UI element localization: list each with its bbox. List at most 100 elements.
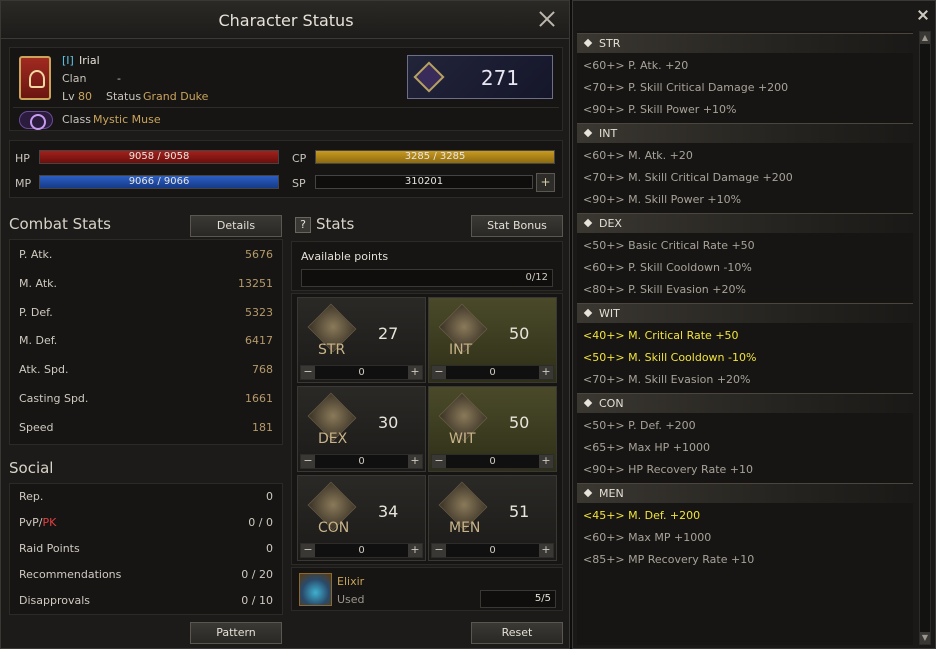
diamond-icon <box>583 398 593 408</box>
stat-add-value: 0 <box>358 545 365 556</box>
combat-stat-row: M. Atk. 13251 <box>11 274 281 294</box>
bonus-group-name: STR <box>599 37 621 50</box>
character-name: Irial <box>79 54 100 67</box>
available-points-value: 0/12 <box>525 272 548 283</box>
diamond-icon <box>583 218 593 228</box>
reset-button[interactable]: Reset <box>471 622 563 644</box>
social-row: Disapprovals 0 / 10 <box>11 591 281 611</box>
minus-icon[interactable]: − <box>301 455 315 468</box>
stat-value: 34 <box>378 502 399 521</box>
status-value: Grand Duke <box>143 90 209 103</box>
close-icon[interactable] <box>537 9 557 29</box>
combat-power-value: 271 <box>480 66 520 90</box>
bonus-group-name: INT <box>599 127 618 140</box>
elixir-used-field: 5/5 <box>480 590 556 608</box>
bonus-group-int[interactable]: INT <box>577 123 913 143</box>
bonus-group-str[interactable]: STR <box>577 33 913 53</box>
stat-name: M. Def. <box>19 334 58 348</box>
bonus-item: <70+> M. Skill Evasion +20% <box>583 373 751 386</box>
vitals-panel <box>9 140 563 198</box>
stat-value: 50 <box>509 413 530 432</box>
hp-bar: 9058 / 9058 <box>39 150 279 164</box>
minus-icon[interactable]: − <box>301 544 315 557</box>
plus-icon[interactable]: + <box>408 544 422 557</box>
sp-label: SP <box>292 177 306 190</box>
minus-icon[interactable]: − <box>432 455 446 468</box>
stat-add-value: 0 <box>358 367 365 378</box>
bonus-item: <60+> P. Atk. +20 <box>583 59 689 72</box>
plus-icon[interactable]: + <box>539 544 553 557</box>
bonus-group-dex[interactable]: DEX <box>577 213 913 233</box>
bonus-item: <45+> M. Def. +200 <box>583 509 701 522</box>
available-points-field: 0/12 <box>301 269 553 287</box>
minus-icon[interactable]: − <box>301 366 315 379</box>
minus-icon[interactable]: − <box>432 366 446 379</box>
window-title: Character Status <box>218 11 354 30</box>
stat-bonus-window: STR <60+> P. Atk. +20 <70+> P. Skill Criti… <box>572 0 936 649</box>
title-bar[interactable]: Character Status <box>1 1 569 39</box>
elixir-used-label: Used <box>337 593 365 606</box>
bonus-group-wit[interactable]: WIT <box>577 303 913 323</box>
social-row: PvP/PK 0 / 0 <box>11 513 281 533</box>
stat-name: WIT <box>449 431 476 447</box>
bonus-group-con[interactable]: CON <box>577 393 913 413</box>
social-name-text: PvP/ <box>19 516 43 529</box>
minus-icon[interactable]: − <box>432 544 446 557</box>
stat-box-str: STR 27 − 0 + <box>297 297 426 383</box>
pk-label: PK <box>42 516 57 529</box>
combat-stat-row: Atk. Spd. 768 <box>11 360 281 380</box>
stat-name: STR <box>318 342 346 358</box>
social-name-text: Rep. <box>19 490 44 503</box>
plus-icon[interactable]: + <box>539 366 553 379</box>
social-title: Social <box>9 459 54 477</box>
mp-bar: 9066 / 9066 <box>39 175 279 189</box>
stat-stepper: − 0 + <box>300 365 423 380</box>
stat-name: DEX <box>318 431 348 447</box>
combat-power-box: 271 <box>407 55 553 99</box>
social-name: Raid Points <box>19 542 80 555</box>
pattern-button[interactable]: Pattern <box>190 622 282 644</box>
combat-stat-row: Casting Spd. 1661 <box>11 389 281 409</box>
scroll-up-icon[interactable]: ▲ <box>920 32 930 44</box>
plus-icon[interactable]: + <box>408 455 422 468</box>
stat-name: P. Atk. <box>19 248 53 261</box>
bonus-item: <65+> Max HP +1000 <box>583 441 710 454</box>
close-icon[interactable] <box>917 9 929 21</box>
stat-box-int: INT 50 − 0 + <box>428 297 557 383</box>
social-name-text: Disapprovals <box>19 594 91 607</box>
stats-title: Stats <box>316 215 355 233</box>
stat-stepper: − 0 + <box>300 543 423 558</box>
diamond-icon <box>583 38 593 48</box>
stat-stepper: − 0 + <box>431 543 554 558</box>
combat-stat-row: M. Def. 6417 <box>11 331 281 351</box>
social-name: Rep. <box>19 490 43 503</box>
social-value: 0 / 10 <box>241 594 273 607</box>
bonus-item: <40+> M. Critical Rate +50 <box>583 329 739 342</box>
stat-name: Atk. Spd. <box>19 363 69 377</box>
cp-bar: 3285 / 3285 <box>315 150 555 164</box>
combat-stat-row: P. Atk. 5676 <box>11 245 281 265</box>
stat-box-con: CON 34 − 0 + <box>297 475 426 561</box>
bonus-item: <90+> P. Skill Power +10% <box>583 103 737 116</box>
stat-value: 5323 <box>245 305 273 319</box>
plus-icon[interactable]: + <box>408 366 422 379</box>
stat-stepper: − 0 + <box>431 454 554 469</box>
bonus-item: <90+> M. Skill Power +10% <box>583 193 742 206</box>
details-button[interactable]: Details <box>190 215 282 237</box>
stat-name: INT <box>449 342 473 358</box>
sp-bag-icon[interactable]: + <box>536 173 555 192</box>
stat-stepper: − 0 + <box>431 365 554 380</box>
help-icon[interactable]: ? <box>295 217 311 233</box>
bonus-group-men[interactable]: MEN <box>577 483 913 503</box>
stat-add-value: 0 <box>489 545 496 556</box>
stat-bonus-button[interactable]: Stat Bonus <box>471 215 563 237</box>
stat-name: Speed <box>19 420 54 434</box>
plus-icon[interactable]: + <box>539 455 553 468</box>
scroll-down-icon[interactable]: ▼ <box>920 632 930 644</box>
bonus-group-name: MEN <box>599 487 624 500</box>
elixir-label: Elixir <box>337 575 365 588</box>
elixir-used-value: 5/5 <box>534 593 551 604</box>
character-status-window: Character Status [I] Irial Clan - Lv 80 … <box>0 0 570 649</box>
scrollbar[interactable]: ▲ ▼ <box>919 31 931 645</box>
cp-label: CP <box>292 152 307 165</box>
